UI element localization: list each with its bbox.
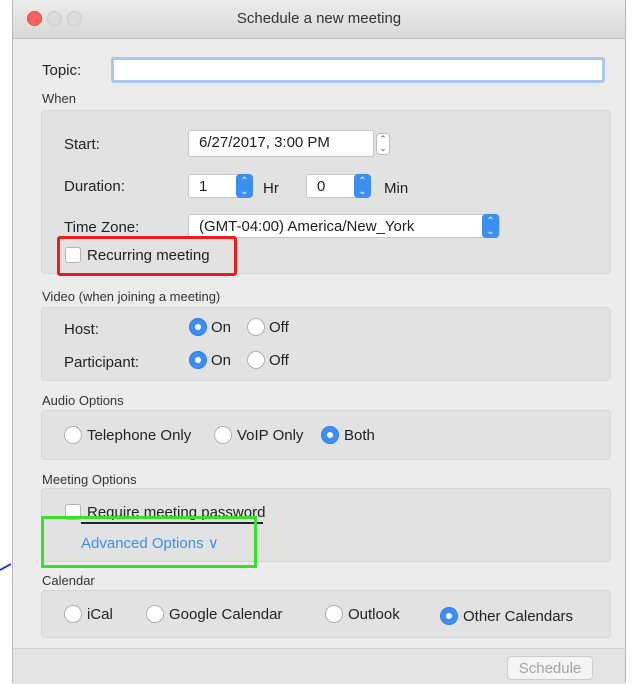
both-label: Both	[344, 427, 375, 444]
ical-label: iCal	[87, 606, 113, 623]
host-off-label: Off	[269, 319, 289, 336]
host-label: Host:	[64, 321, 100, 338]
advanced-options-highlight-box	[41, 516, 257, 568]
other-calendars-radio[interactable]	[440, 607, 458, 625]
video-section-label: Video (when joining a meeting)	[42, 289, 221, 304]
annotation-arrow	[0, 563, 12, 571]
host-off-radio[interactable]	[247, 318, 265, 336]
schedule-meeting-window: Schedule a new meeting Topic: When Start…	[12, 0, 626, 684]
timezone-chevron-icon[interactable]: ⌃ ⌄	[482, 214, 499, 238]
calendar-section-label: Calendar	[42, 573, 95, 588]
when-section-label: When	[42, 91, 76, 106]
title-bar: Schedule a new meeting	[13, 0, 625, 39]
minutes-unit-label: Min	[384, 180, 409, 197]
google-calendar-radio[interactable]	[146, 605, 164, 623]
schedule-button[interactable]: Schedule	[507, 656, 593, 680]
topic-label: Topic:	[42, 62, 82, 79]
participant-off-label: Off	[269, 352, 289, 369]
start-datetime-field[interactable]: 6/27/2017, 3:00 PM	[188, 130, 374, 157]
topic-input[interactable]	[111, 57, 605, 83]
timezone-select[interactable]: (GMT-04:00) America/New_York	[188, 214, 500, 238]
telephone-only-label: Telephone Only	[87, 427, 192, 444]
start-label: Start:	[64, 136, 100, 153]
participant-on-radio[interactable]	[189, 351, 207, 369]
both-radio[interactable]	[321, 426, 339, 444]
participant-off-radio[interactable]	[247, 351, 265, 369]
participant-label: Participant:	[64, 354, 140, 371]
start-stepper[interactable]: ⌃ ⌄	[376, 133, 390, 155]
other-calendars-label: Other Calendars	[463, 608, 574, 625]
host-on-label: On	[211, 319, 232, 336]
participant-on-label: On	[211, 352, 232, 369]
duration-minutes-chevron-icon[interactable]: ⌃ ⌄	[354, 174, 371, 198]
host-on-radio[interactable]	[189, 318, 207, 336]
timezone-label: Time Zone:	[64, 219, 140, 236]
voip-only-radio[interactable]	[214, 426, 232, 444]
voip-only-label: VoIP Only	[237, 427, 304, 444]
hours-unit-label: Hr	[263, 180, 279, 197]
outlook-radio[interactable]	[325, 605, 343, 623]
telephone-only-radio[interactable]	[64, 426, 82, 444]
duration-label: Duration:	[64, 178, 125, 195]
google-calendar-label: Google Calendar	[169, 606, 283, 623]
ical-radio[interactable]	[64, 605, 82, 623]
recurring-highlight-box	[57, 236, 237, 276]
duration-hours-chevron-icon[interactable]: ⌃ ⌄	[236, 174, 253, 198]
audio-section-label: Audio Options	[42, 393, 124, 408]
meeting-options-section-label: Meeting Options	[42, 472, 137, 487]
outlook-label: Outlook	[348, 606, 400, 623]
chevron-down-icon: ⌄	[379, 143, 387, 153]
window-title: Schedule a new meeting	[236, 10, 402, 27]
